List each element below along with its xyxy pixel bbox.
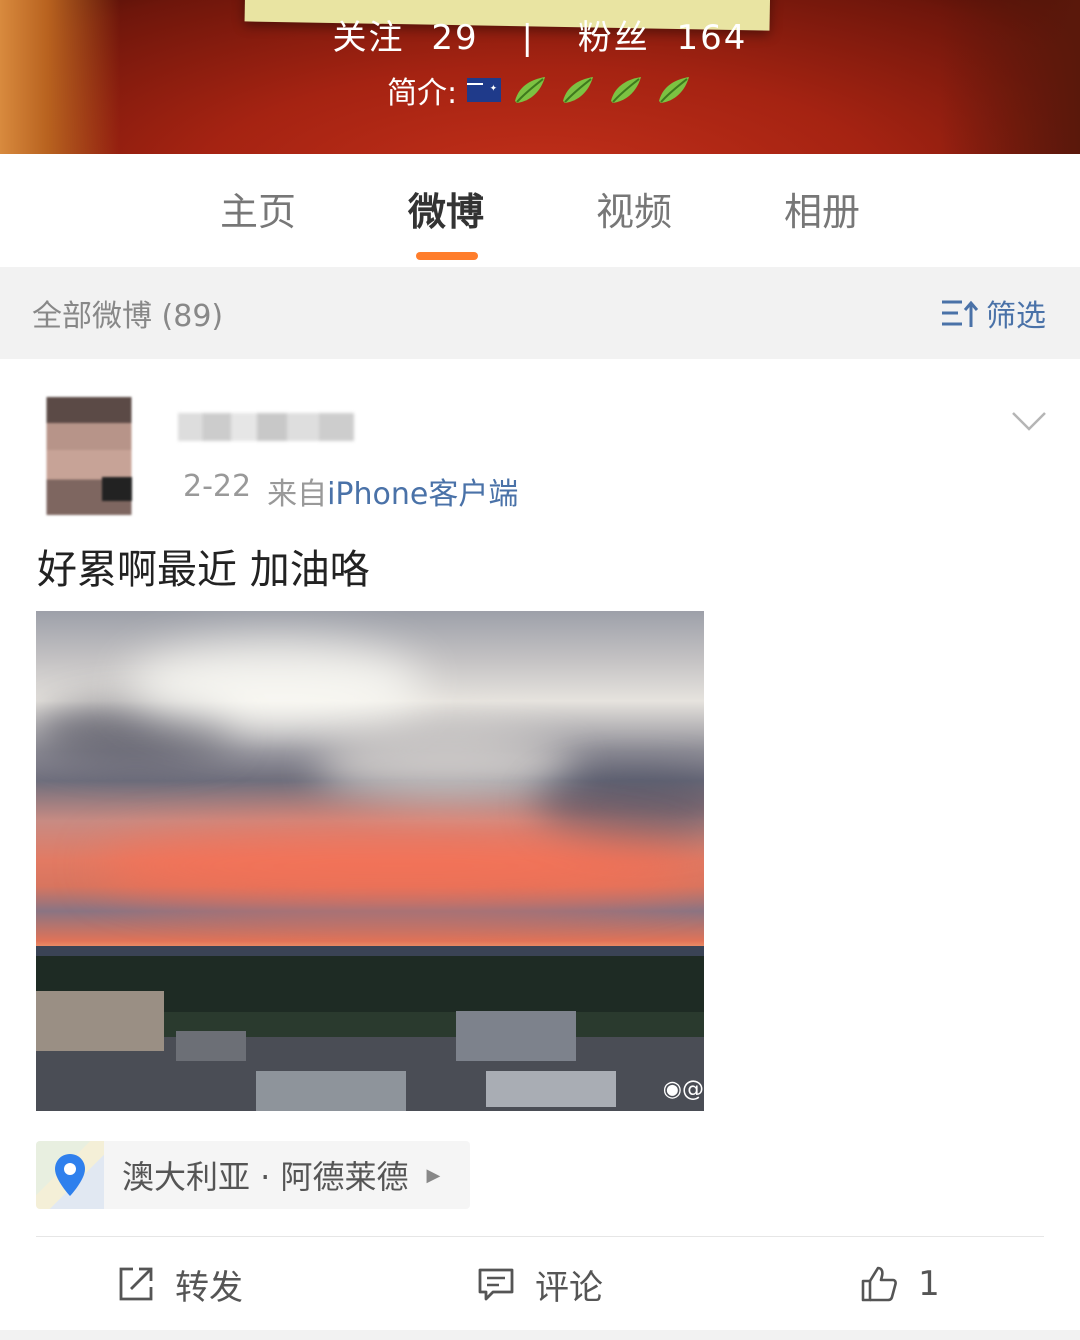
comment-icon	[478, 1268, 514, 1301]
like-button[interactable]: 1	[720, 1239, 1080, 1329]
post-source: 来自iPhone客户端	[267, 469, 518, 513]
bio-label: 简介:	[387, 76, 458, 111]
stats-separator: |	[521, 18, 535, 58]
like-icon	[861, 1266, 898, 1302]
tab-weibo[interactable]: 微博	[352, 154, 540, 267]
profile-bio: 简介:	[387, 68, 693, 112]
post-divider	[36, 1236, 1044, 1237]
tab-album[interactable]: 相册	[728, 154, 916, 267]
post-card: 2-22 来自iPhone客户端 好累啊最近 加油咯 ◉@ 澳大利亚 · 阿德莱…	[0, 359, 1080, 1340]
repost-button[interactable]: 转发	[0, 1239, 360, 1329]
avatar[interactable]	[30, 397, 148, 515]
bottom-separator	[0, 1330, 1080, 1340]
leaf-icon	[659, 77, 690, 103]
repost-label: 转发	[175, 1267, 243, 1308]
location-label: 澳大利亚 · 阿德莱德	[122, 1158, 409, 1196]
leaf-icon	[563, 77, 594, 103]
profile-tabs: 主页 微博 视频 相册	[0, 154, 1080, 267]
comment-label: 评论	[535, 1267, 603, 1308]
filter-label: 筛选	[986, 299, 1046, 334]
filter-icon	[942, 300, 979, 327]
australia-flag-icon	[467, 78, 502, 102]
location-tag[interactable]: 澳大利亚 · 阿德莱德 ▶	[36, 1141, 470, 1209]
tab-video[interactable]: 视频	[540, 154, 728, 267]
repost-icon	[119, 1267, 153, 1301]
chevron-down-icon[interactable]	[1010, 409, 1048, 433]
leaf-icon	[611, 77, 642, 103]
post-image[interactable]: ◉@	[36, 611, 704, 1111]
like-count: 1	[918, 1264, 940, 1304]
fans-count[interactable]: 164	[677, 18, 748, 58]
follow-count[interactable]: 29	[431, 18, 478, 58]
fans-label[interactable]: 粉丝	[578, 18, 650, 58]
location-pin-icon	[55, 1154, 85, 1196]
post-actions: 转发 评论 1	[0, 1239, 1080, 1329]
comment-button[interactable]: 评论	[360, 1239, 720, 1329]
weibo-logo-icon: ◉	[662, 1077, 682, 1102]
leaf-icon	[515, 77, 546, 103]
watermark-text: @	[682, 1077, 704, 1102]
profile-stats: 关注 29 | 粉丝 164	[0, 10, 1080, 59]
location-map-thumb	[36, 1141, 104, 1209]
location-arrow-icon: ▶	[426, 1164, 441, 1186]
source-prefix: 来自	[267, 477, 328, 512]
image-watermark: ◉@	[663, 1077, 704, 1102]
post-date: 2-22	[183, 469, 252, 504]
post-text: 好累啊最近 加油咯	[37, 547, 370, 593]
feed-filter-bar: 全部微博 (89) 筛选	[0, 267, 1080, 359]
username-redacted[interactable]	[178, 413, 354, 441]
tab-home[interactable]: 主页	[164, 154, 352, 267]
follow-label[interactable]: 关注	[333, 18, 405, 58]
post-meta: 2-22 来自iPhone客户端	[183, 469, 518, 513]
filter-button[interactable]: 筛选	[940, 291, 1046, 335]
feed-count: 全部微博 (89)	[32, 299, 224, 334]
source-link[interactable]: iPhone客户端	[327, 477, 518, 512]
profile-banner: 关注 29 | 粉丝 164 简介:	[0, 0, 1080, 154]
